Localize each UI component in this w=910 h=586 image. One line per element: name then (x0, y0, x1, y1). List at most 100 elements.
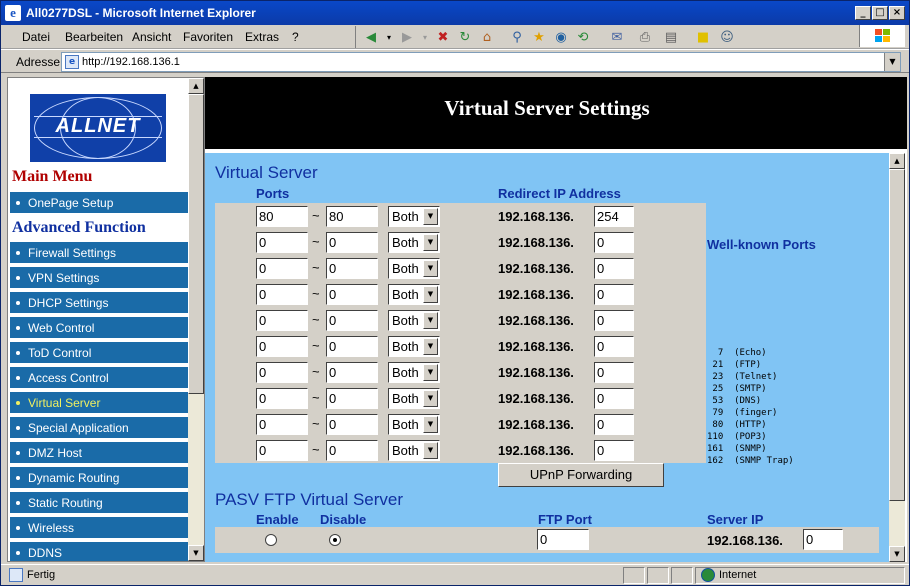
scroll-up-icon[interactable]: ▲ (188, 78, 204, 94)
print-icon[interactable]: ⎙ (636, 29, 654, 47)
port-to-input[interactable]: 0 (326, 440, 378, 461)
address-input[interactable]: e http://192.168.136.1 ▼ (61, 52, 901, 72)
nav-special-application[interactable]: Special Application (10, 417, 188, 439)
pasv-disable-radio[interactable] (329, 534, 341, 546)
minimize-button[interactable]: _ (855, 6, 871, 20)
protocol-select[interactable]: Both ▼ (388, 206, 440, 227)
port-from-input[interactable]: 0 (256, 388, 308, 409)
nav-firewall-settings[interactable]: Firewall Settings (10, 242, 188, 264)
chevron-down-icon[interactable]: ▼ (423, 208, 438, 225)
port-to-input[interactable]: 0 (326, 336, 378, 357)
port-to-input[interactable]: 0 (326, 362, 378, 383)
chevron-down-icon[interactable]: ▼ (423, 260, 438, 277)
port-from-input[interactable]: 0 (256, 440, 308, 461)
back-dropdown-icon[interactable]: ▾ (380, 29, 398, 47)
port-from-input[interactable]: 0 (256, 336, 308, 357)
search-icon[interactable]: ⚲ (508, 29, 526, 47)
protocol-select[interactable]: Both ▼ (388, 232, 440, 253)
port-to-input[interactable]: 80 (326, 206, 378, 227)
forward-dropdown-icon[interactable]: ▾ (416, 29, 434, 47)
menu-help[interactable]: ? (292, 30, 299, 44)
nav-static-routing[interactable]: Static Routing (10, 492, 188, 514)
redirect-ip-input[interactable]: 0 (594, 310, 634, 331)
menu-ansicht[interactable]: Ansicht (132, 30, 171, 44)
nav-onepage-setup[interactable]: OnePage Setup (10, 192, 188, 214)
nav-dmz-host[interactable]: DMZ Host (10, 442, 188, 464)
ftp-port-input[interactable]: 0 (537, 529, 589, 550)
nav-virtual-server[interactable]: Virtual Server (10, 392, 188, 414)
chevron-down-icon[interactable]: ▼ (423, 416, 438, 433)
nav-access-control[interactable]: Access Control (10, 367, 188, 389)
protocol-select[interactable]: Both ▼ (388, 388, 440, 409)
nav-ddns[interactable]: DDNS (10, 542, 188, 561)
upnp-forwarding-button[interactable]: UPnP Forwarding (498, 463, 664, 487)
redirect-ip-input[interactable]: 0 (594, 362, 634, 383)
chevron-down-icon[interactable]: ▼ (423, 234, 438, 251)
menu-datei[interactable]: Datei (22, 30, 50, 44)
refresh-icon[interactable]: ↻ (456, 29, 474, 47)
forward-icon[interactable]: ▶ (398, 29, 416, 47)
protocol-select[interactable]: Both ▼ (388, 258, 440, 279)
scroll-thumb[interactable] (889, 169, 905, 501)
scroll-up-icon[interactable]: ▲ (889, 153, 905, 169)
scroll-thumb[interactable] (188, 94, 204, 394)
messenger-icon[interactable]: ☺ (718, 29, 736, 47)
port-to-input[interactable]: 0 (326, 284, 378, 305)
menu-bearbeiten[interactable]: Bearbeiten (65, 30, 123, 44)
close-button[interactable]: × (889, 6, 905, 20)
nav-tod-control[interactable]: ToD Control (10, 342, 188, 364)
chevron-down-icon[interactable]: ▼ (423, 390, 438, 407)
redirect-ip-input[interactable]: 254 (594, 206, 634, 227)
redirect-ip-input[interactable]: 0 (594, 336, 634, 357)
port-to-input[interactable]: 0 (326, 232, 378, 253)
nav-vpn-settings[interactable]: VPN Settings (10, 267, 188, 289)
discuss-icon[interactable]: ■ (694, 29, 712, 47)
back-icon[interactable]: ◀ (362, 29, 380, 47)
left-scrollbar[interactable]: ▲ ▼ (188, 78, 204, 561)
redirect-ip-input[interactable]: 0 (594, 258, 634, 279)
chevron-down-icon[interactable]: ▼ (423, 338, 438, 355)
port-from-input[interactable]: 0 (256, 232, 308, 253)
scroll-down-icon[interactable]: ▼ (889, 546, 905, 562)
redirect-ip-input[interactable]: 0 (594, 232, 634, 253)
mail-icon[interactable]: ✉ (608, 29, 626, 47)
protocol-select[interactable]: Both ▼ (388, 284, 440, 305)
stop-icon[interactable]: ✖ (434, 29, 452, 47)
right-scrollbar[interactable]: ▲ ▼ (889, 153, 905, 562)
redirect-ip-input[interactable]: 0 (594, 414, 634, 435)
history-icon[interactable]: ⟲ (574, 29, 592, 47)
scroll-down-icon[interactable]: ▼ (188, 545, 204, 561)
protocol-select[interactable]: Both ▼ (388, 414, 440, 435)
port-from-input[interactable]: 0 (256, 258, 308, 279)
port-to-input[interactable]: 0 (326, 388, 378, 409)
protocol-select[interactable]: Both ▼ (388, 336, 440, 357)
chevron-down-icon[interactable]: ▼ (423, 286, 438, 303)
redirect-ip-input[interactable]: 0 (594, 440, 634, 461)
nav-wireless[interactable]: Wireless (10, 517, 188, 539)
redirect-ip-input[interactable]: 0 (594, 388, 634, 409)
favorites-icon[interactable]: ★ (530, 29, 548, 47)
port-to-input[interactable]: 0 (326, 310, 378, 331)
port-from-input[interactable]: 0 (256, 414, 308, 435)
address-dropdown-icon[interactable]: ▼ (884, 53, 900, 71)
port-from-input[interactable]: 0 (256, 362, 308, 383)
nav-dynamic-routing[interactable]: Dynamic Routing (10, 467, 188, 489)
chevron-down-icon[interactable]: ▼ (423, 312, 438, 329)
pasv-enable-radio[interactable] (265, 534, 277, 546)
menu-favoriten[interactable]: Favoriten (183, 30, 233, 44)
chevron-down-icon[interactable]: ▼ (423, 364, 438, 381)
protocol-select[interactable]: Both ▼ (388, 310, 440, 331)
port-from-input[interactable]: 0 (256, 310, 308, 331)
redirect-ip-input[interactable]: 0 (594, 284, 634, 305)
server-ip-input[interactable]: 0 (803, 529, 843, 550)
protocol-select[interactable]: Both ▼ (388, 362, 440, 383)
port-to-input[interactable]: 0 (326, 414, 378, 435)
protocol-select[interactable]: Both ▼ (388, 440, 440, 461)
media-icon[interactable]: ◉ (552, 29, 570, 47)
maximize-button[interactable]: □ (872, 6, 888, 20)
home-icon[interactable]: ⌂ (478, 29, 496, 47)
port-from-input[interactable]: 0 (256, 284, 308, 305)
chevron-down-icon[interactable]: ▼ (423, 442, 438, 459)
port-to-input[interactable]: 0 (326, 258, 378, 279)
port-from-input[interactable]: 80 (256, 206, 308, 227)
